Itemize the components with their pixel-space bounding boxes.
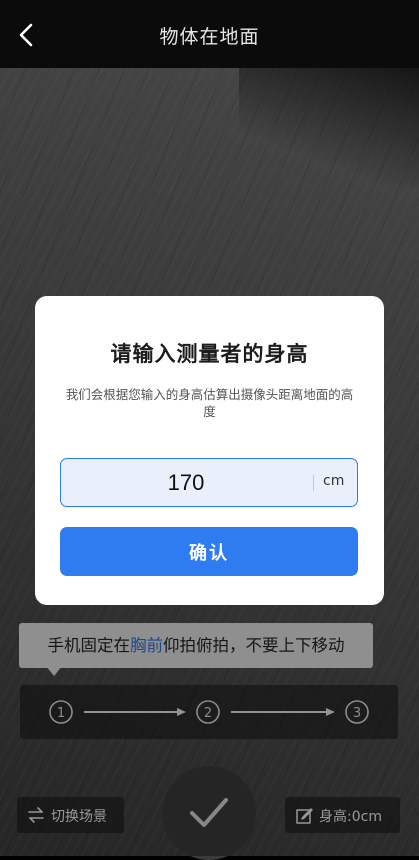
height-unit: cm [323,473,345,489]
field-divider [313,475,314,491]
page-title: 物体在地面 [159,26,260,48]
height-input[interactable] [61,459,311,506]
confirm-button[interactable]: 确认 [60,527,358,576]
height-input-dialog: 请输入测量者的身高 我们会根据您输入的身高估算出摄像头距离地面的高度 cm 确认 [35,296,384,605]
dialog-description: 我们会根据您输入的身高估算出摄像头距离地面的高度 [65,387,354,419]
dialog-title: 请输入测量者的身高 [110,342,309,366]
top-bar: 物体在地面 [0,0,419,68]
height-field[interactable]: cm [60,458,358,507]
